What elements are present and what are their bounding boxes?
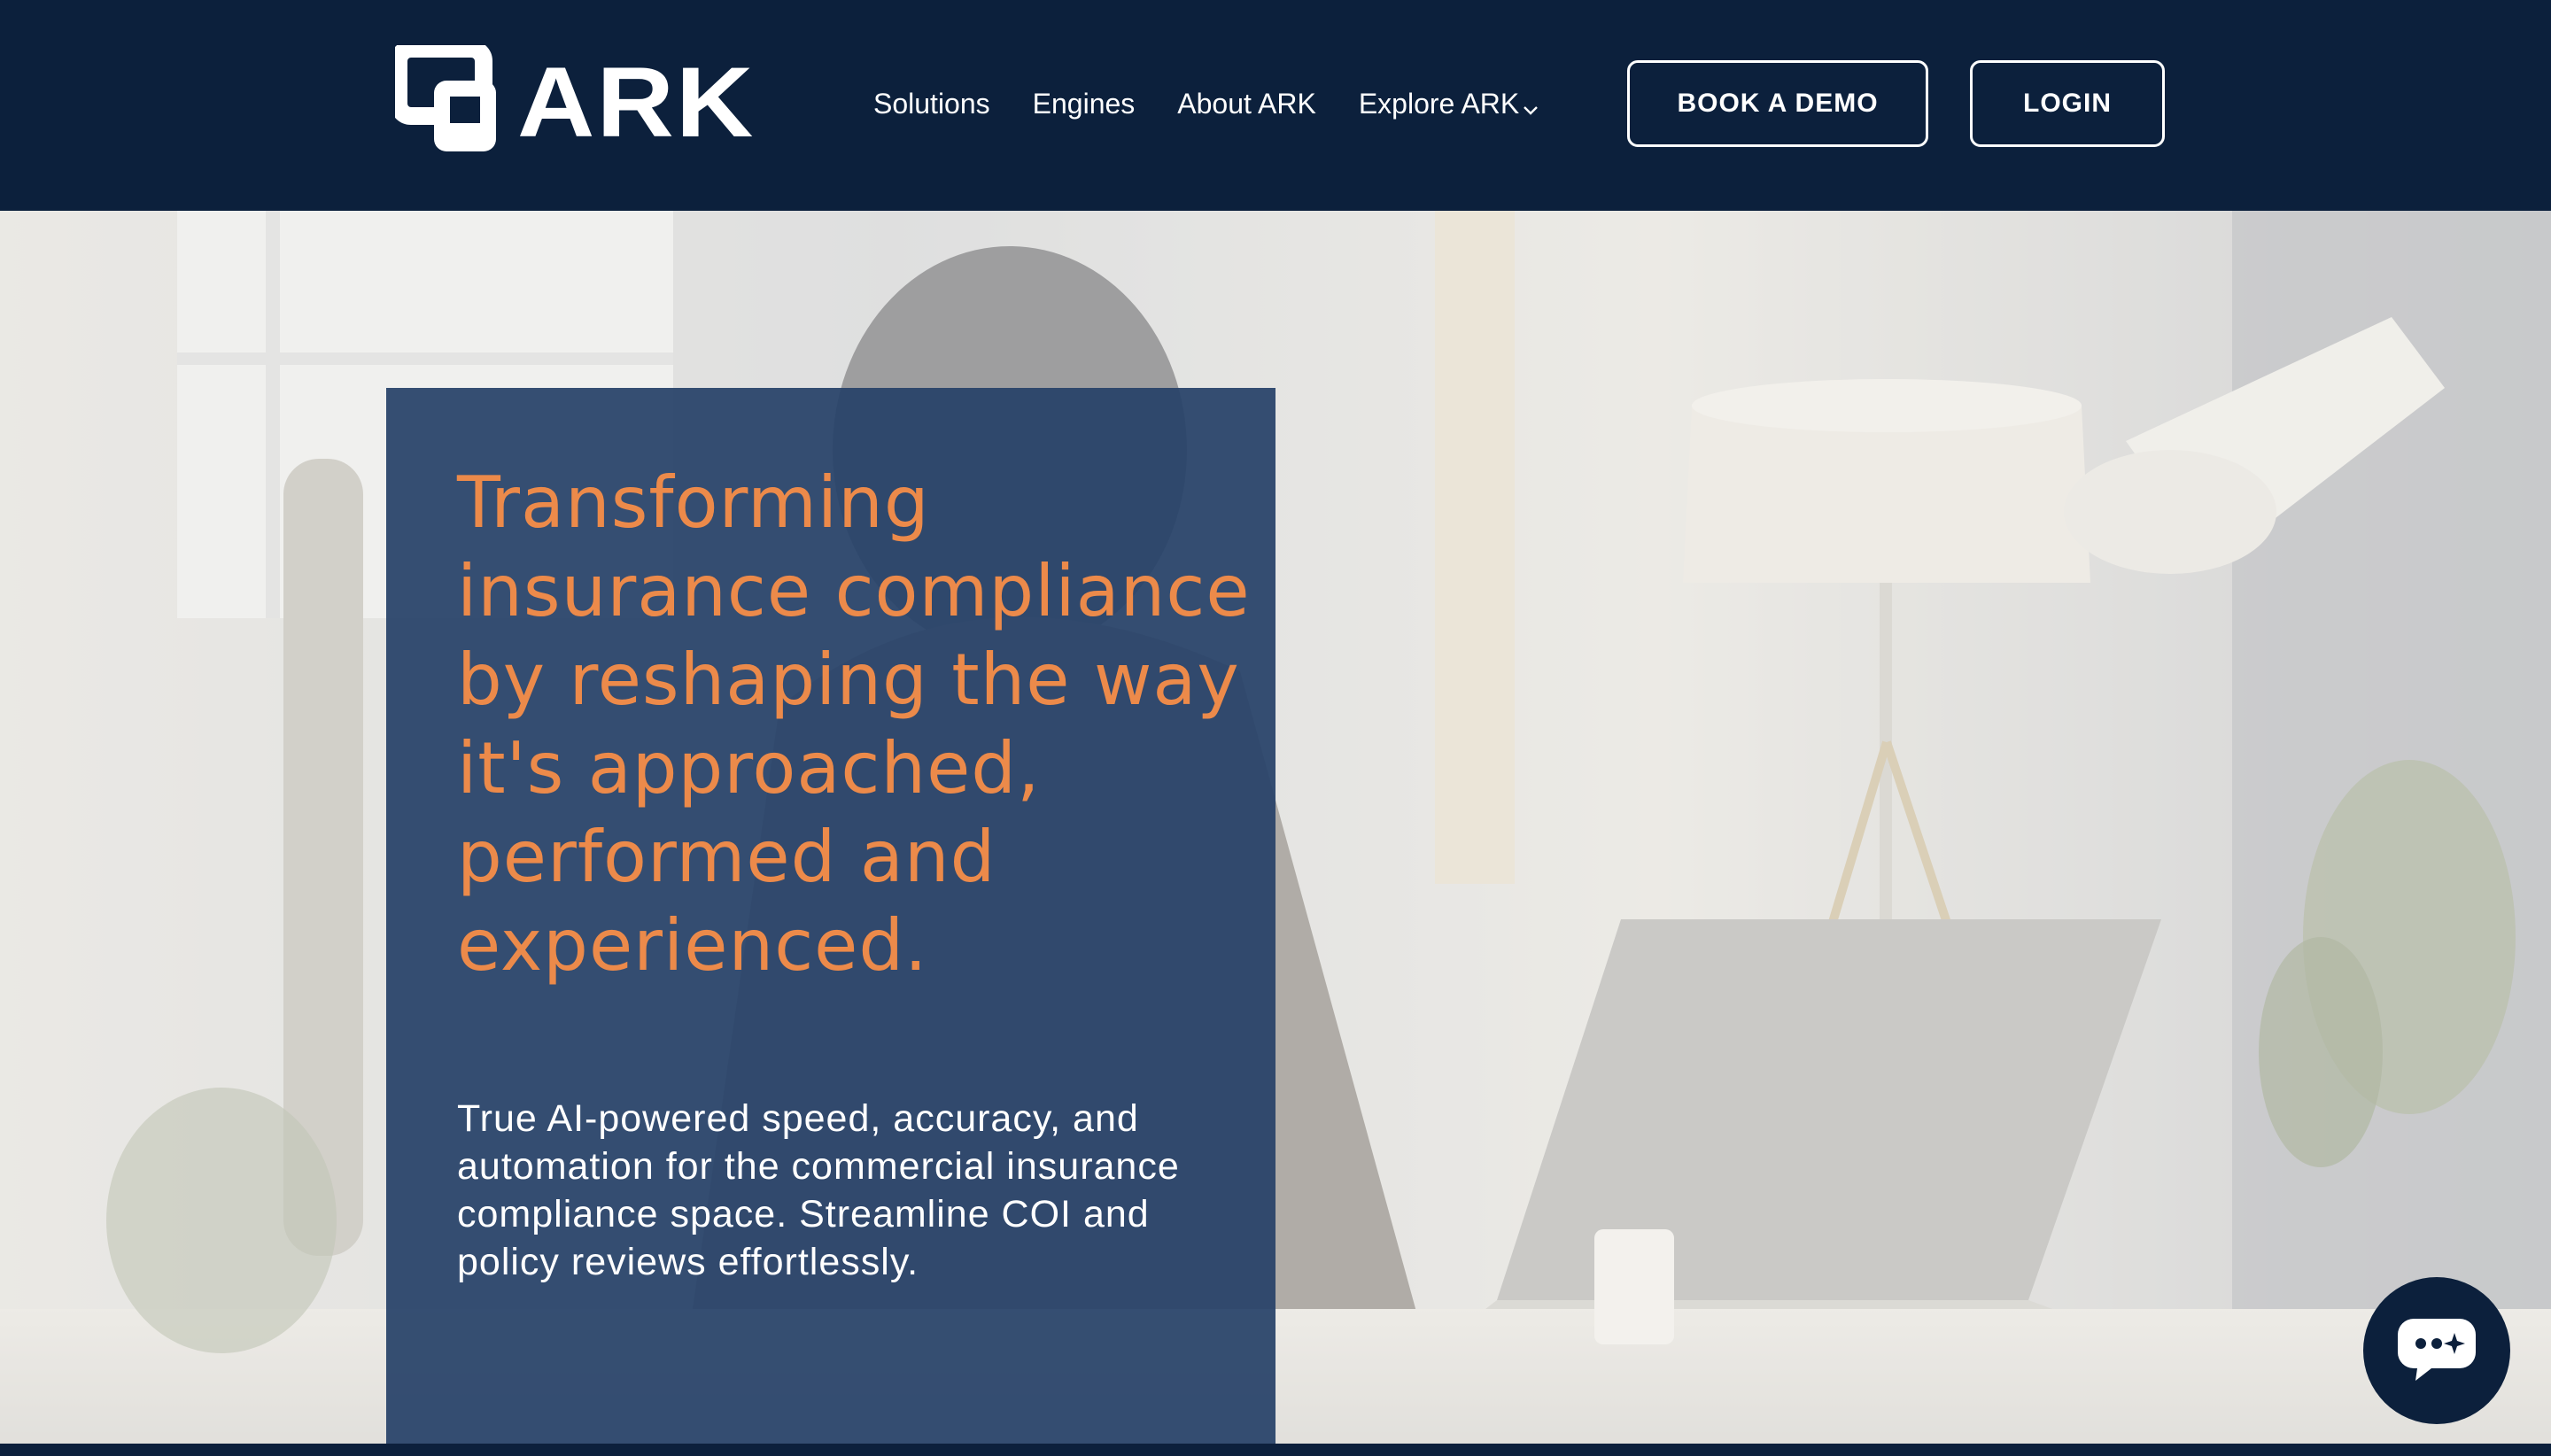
bottom-divider: [0, 1444, 2551, 1456]
login-button[interactable]: LOGIN: [1970, 60, 2165, 147]
site-header: ARK Solutions Engines About ARK Explore …: [0, 0, 2551, 211]
nav-about-ark[interactable]: About ARK: [1177, 88, 1316, 120]
chat-bubble-icon: [2396, 1313, 2477, 1389]
logo-text: ARK: [517, 47, 756, 158]
chevron-down-icon: [1521, 94, 1540, 115]
chat-widget-button[interactable]: [2363, 1277, 2510, 1424]
main-nav: Solutions Engines About ARK Explore ARK: [873, 80, 1583, 128]
hero-card: Transforming insurance compliance by res…: [386, 388, 1276, 1444]
hero-subtitle: True AI-powered speed, accuracy, and aut…: [457, 1097, 1180, 1283]
nav-engines[interactable]: Engines: [1033, 88, 1136, 120]
ark-logo[interactable]: ARK: [390, 40, 767, 161]
nav-solutions[interactable]: Solutions: [873, 88, 990, 120]
nav-explore-ark-label: Explore ARK: [1358, 87, 1520, 120]
hero-title: Transforming insurance compliance by res…: [457, 461, 1251, 987]
ark-logo-mark-icon: [390, 40, 510, 160]
page: ARK Solutions Engines About ARK Explore …: [0, 0, 2551, 1456]
nav-explore-ark[interactable]: Explore ARK: [1359, 88, 1540, 120]
hero-background-photo: [0, 211, 2551, 1444]
book-demo-button[interactable]: BOOK A DEMO: [1627, 60, 1928, 147]
hero-section: Transforming insurance compliance by res…: [0, 211, 2551, 1444]
